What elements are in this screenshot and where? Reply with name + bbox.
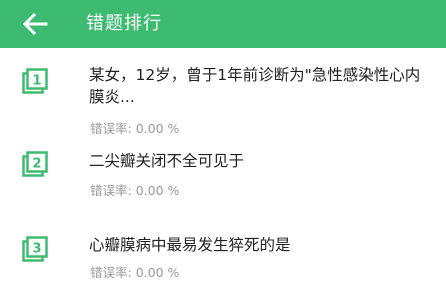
- list-item[interactable]: 3 心瓣膜病中最易发生猝死的是 错误率: 0.00 %: [0, 232, 446, 281]
- question-text: 二尖瓣关闭不全可见于: [89, 152, 245, 170]
- list-item[interactable]: 2 二尖瓣关闭不全可见于 错误率: 0.00 %: [0, 150, 446, 210]
- list-item[interactable]: 1 某女，12岁，曾于1年前诊断为"急性感染性心内膜炎... 错误率: 0.00 …: [0, 62, 446, 142]
- error-rate: 错误率: 0.00 %: [90, 180, 179, 199]
- page-title: 错题排行: [86, 13, 162, 34]
- rank-number: 3: [32, 242, 41, 257]
- error-rate-label: 错误率:: [90, 121, 132, 136]
- rank-number: 1: [32, 74, 41, 89]
- error-rate-value: 0.00 %: [135, 121, 180, 136]
- rank-number: 2: [32, 157, 41, 172]
- app-bar: 错题排行: [0, 0, 446, 48]
- arrow-left-icon: [22, 12, 48, 36]
- rank-badge-icon: 1: [22, 68, 48, 94]
- rank-badge-icon: 3: [22, 236, 48, 262]
- error-rate-label: 错误率:: [90, 183, 132, 198]
- error-rate-value: 0.00 %: [135, 183, 180, 198]
- question-text: 心瓣膜病中最易发生猝死的是: [89, 236, 291, 254]
- rank-badge-icon: 2: [22, 151, 48, 177]
- error-rate: 错误率: 0.00 %: [90, 118, 179, 137]
- back-button[interactable]: [20, 10, 50, 38]
- error-rate: 错误率: 0.00 %: [90, 262, 179, 281]
- question-text: 某女，12岁，曾于1年前诊断为"急性感染性心内膜炎...: [89, 66, 421, 106]
